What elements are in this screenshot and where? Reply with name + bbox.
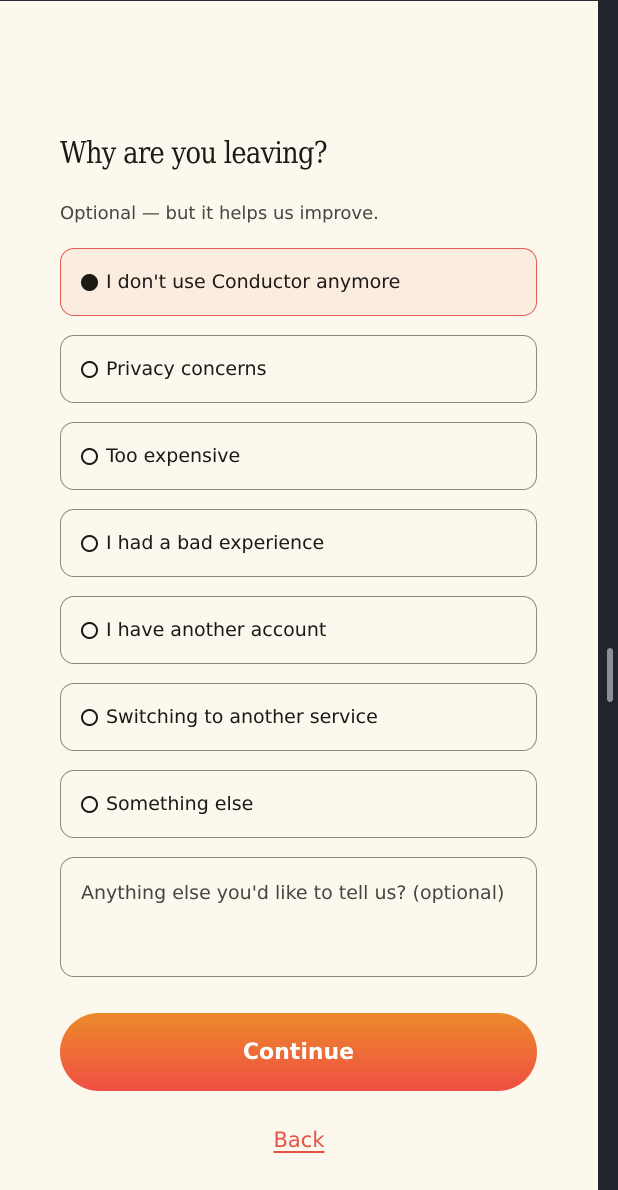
scrollbar-track[interactable] (598, 0, 618, 1190)
radio-empty-icon (81, 360, 98, 378)
reason-options: I don't use Conductor anymore Privacy co… (60, 248, 537, 857)
radio-empty-icon (81, 708, 98, 726)
back-link[interactable]: Back (0, 1128, 598, 1152)
radio-empty-icon (81, 621, 98, 639)
reason-option-label: Something else (106, 793, 254, 815)
reason-option-label: I don't use Conductor anymore (106, 271, 401, 293)
reason-option-privacy[interactable]: Privacy concerns (60, 335, 537, 403)
leave-survey-page: Why are you leaving? Optional — but it h… (0, 0, 598, 1190)
radio-selected-icon (81, 273, 98, 291)
reason-option-switching-service[interactable]: Switching to another service (60, 683, 537, 751)
radio-empty-icon (81, 447, 98, 465)
reason-option-no-longer-use[interactable]: I don't use Conductor anymore (60, 248, 537, 316)
feedback-textarea[interactable] (60, 857, 537, 977)
reason-option-expensive[interactable]: Too expensive (60, 422, 537, 490)
reason-option-label: I have another account (106, 619, 327, 641)
reason-option-another-account[interactable]: I have another account (60, 596, 537, 664)
reason-option-something-else[interactable]: Something else (60, 770, 537, 838)
page-subtitle: Optional — but it helps us improve. (60, 203, 379, 224)
scrollbar-thumb[interactable] (607, 648, 613, 702)
continue-button[interactable]: Continue (60, 1013, 537, 1091)
reason-option-label: I had a bad experience (106, 532, 325, 554)
reason-option-label: Switching to another service (106, 706, 378, 728)
reason-option-bad-experience[interactable]: I had a bad experience (60, 509, 537, 577)
reason-option-label: Too expensive (106, 445, 241, 467)
radio-empty-icon (81, 534, 98, 552)
reason-option-label: Privacy concerns (106, 358, 267, 380)
page-title: Why are you leaving? (60, 136, 328, 171)
radio-empty-icon (81, 795, 98, 813)
